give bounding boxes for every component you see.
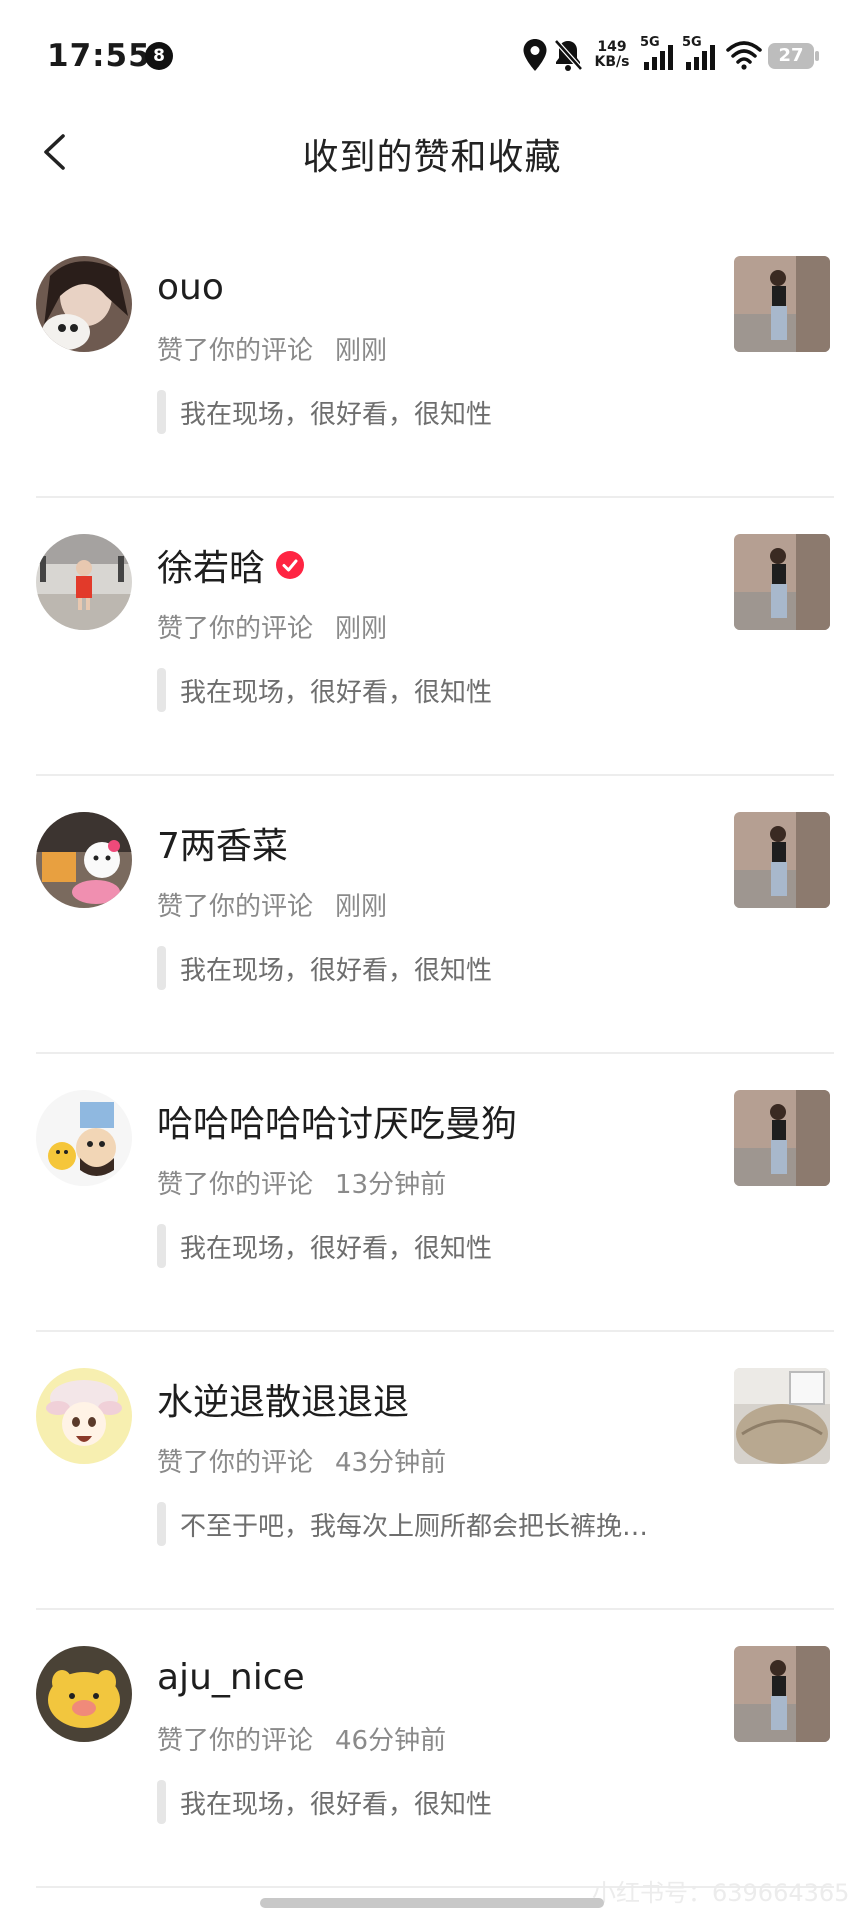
name-row: 水逆退散退退退 <box>157 1374 409 1424</box>
signal-icon: 5G <box>640 35 678 72</box>
quote-bar <box>157 390 166 434</box>
comment-quote[interactable]: 我在现场，很好看，很知性 <box>157 946 492 990</box>
post-thumbnail[interactable] <box>734 256 830 352</box>
comment-quote[interactable]: 不至于吧，我每次上厕所都会把长裤挽… <box>157 1502 648 1546</box>
notification-meta: 赞了你的评论 刚刚 <box>157 886 387 923</box>
avatar[interactable] <box>36 1368 132 1464</box>
battery-tip <box>815 51 819 61</box>
comment-text: 我在现场，很好看，很知性 <box>180 1789 493 1820</box>
name-row: ouo <box>157 262 224 312</box>
verified-badge-icon <box>276 551 305 579</box>
notification-meta: 赞了你的评论 刚刚 <box>157 330 387 367</box>
status-time: 17:55 <box>47 38 151 74</box>
action-text: 赞了你的评论 <box>157 892 314 922</box>
username[interactable]: ouo <box>157 267 224 308</box>
notification-item[interactable]: 哈哈哈哈哈讨厌吃曼狗 赞了你的评论 13分钟前 我在现场，很好看，很知性 <box>0 1054 864 1332</box>
notification-count-badge: 8 <box>145 42 173 70</box>
post-thumbnail[interactable] <box>734 1368 830 1464</box>
post-thumbnail[interactable] <box>734 812 830 908</box>
comment-text: 我在现场，很好看，很知性 <box>180 955 493 986</box>
home-indicator[interactable] <box>260 1898 604 1908</box>
notification-meta: 赞了你的评论 46分钟前 <box>157 1720 446 1757</box>
name-row: 徐若晗 <box>157 540 305 590</box>
notification-list: ouo 赞了你的评论 刚刚 我在现场，很好看，很知性 徐若晗 赞了你的评论 刚刚… <box>0 220 864 1888</box>
action-text: 赞了你的评论 <box>157 614 314 644</box>
avatar[interactable] <box>36 256 132 352</box>
username[interactable]: 水逆退散退退退 <box>157 1373 409 1425</box>
avatar[interactable] <box>36 534 132 630</box>
notification-item[interactable]: 徐若晗 赞了你的评论 刚刚 我在现场，很好看，很知性 <box>0 498 864 776</box>
battery-icon: 27 <box>768 43 814 69</box>
timestamp: 刚刚 <box>335 614 388 644</box>
name-row: 7两香菜 <box>157 818 288 868</box>
quote-bar <box>157 946 166 990</box>
notification-meta: 赞了你的评论 刚刚 <box>157 608 387 645</box>
action-text: 赞了你的评论 <box>157 336 314 366</box>
comment-text: 不至于吧，我每次上厕所都会把长裤挽… <box>180 1511 649 1542</box>
action-text: 赞了你的评论 <box>157 1726 314 1756</box>
action-text: 赞了你的评论 <box>157 1448 314 1478</box>
post-thumbnail[interactable] <box>734 1646 830 1742</box>
location-icon <box>523 39 547 71</box>
avatar[interactable] <box>36 812 132 908</box>
timestamp: 46分钟前 <box>335 1726 447 1756</box>
comment-text: 我在现场，很好看，很知性 <box>180 1233 493 1264</box>
action-text: 赞了你的评论 <box>157 1170 314 1200</box>
post-thumbnail[interactable] <box>734 534 830 630</box>
comment-quote[interactable]: 我在现场，很好看，很知性 <box>157 1224 492 1268</box>
username[interactable]: 徐若晗 <box>157 539 265 591</box>
notification-item[interactable]: 水逆退散退退退 赞了你的评论 43分钟前 不至于吧，我每次上厕所都会把长裤挽… <box>0 1332 864 1610</box>
name-row: 哈哈哈哈哈讨厌吃曼狗 <box>157 1096 517 1146</box>
timestamp: 刚刚 <box>335 336 388 366</box>
status-bar: 17:55 8 149 KB/s 5G 5G 27 <box>0 0 864 112</box>
net-speed-unit: KB/s <box>594 54 630 70</box>
page-title: 收到的赞和收藏 <box>302 137 562 178</box>
avatar[interactable] <box>36 1646 132 1742</box>
timestamp: 13分钟前 <box>335 1170 447 1200</box>
net-speed-value: 149 <box>597 39 627 55</box>
comment-text: 我在现场，很好看，很知性 <box>180 677 493 708</box>
notification-item[interactable]: ouo 赞了你的评论 刚刚 我在现场，很好看，很知性 <box>0 220 864 498</box>
post-thumbnail[interactable] <box>734 1090 830 1186</box>
username[interactable]: aju_nice <box>157 1657 305 1698</box>
quote-bar <box>157 1224 166 1268</box>
quote-bar <box>157 1502 166 1546</box>
notification-meta: 赞了你的评论 43分钟前 <box>157 1442 446 1479</box>
comment-quote[interactable]: 我在现场，很好看，很知性 <box>157 668 492 712</box>
quote-bar <box>157 668 166 712</box>
notification-item[interactable]: aju_nice 赞了你的评论 46分钟前 我在现场，很好看，很知性 <box>0 1610 864 1888</box>
watermark: 小红书号：639664365 <box>592 1879 850 1907</box>
nav-header: 收到的赞和收藏 <box>0 112 864 192</box>
comment-text: 我在现场，很好看，很知性 <box>180 399 493 430</box>
net-speed: 149 KB/s <box>592 40 632 70</box>
bell-off-icon <box>554 39 583 71</box>
notification-item[interactable]: 7两香菜 赞了你的评论 刚刚 我在现场，很好看，很知性 <box>0 776 864 1054</box>
username[interactable]: 哈哈哈哈哈讨厌吃曼狗 <box>157 1095 517 1147</box>
comment-quote[interactable]: 我在现场，很好看，很知性 <box>157 390 492 434</box>
quote-bar <box>157 1780 166 1824</box>
timestamp: 43分钟前 <box>335 1448 447 1478</box>
avatar[interactable] <box>36 1090 132 1186</box>
comment-quote[interactable]: 我在现场，很好看，很知性 <box>157 1780 492 1824</box>
notification-meta: 赞了你的评论 13分钟前 <box>157 1164 446 1201</box>
timestamp: 刚刚 <box>335 892 388 922</box>
wifi-icon <box>726 41 762 70</box>
name-row: aju_nice <box>157 1652 305 1702</box>
signal-icon: 5G <box>682 35 720 72</box>
username[interactable]: 7两香菜 <box>157 817 288 869</box>
